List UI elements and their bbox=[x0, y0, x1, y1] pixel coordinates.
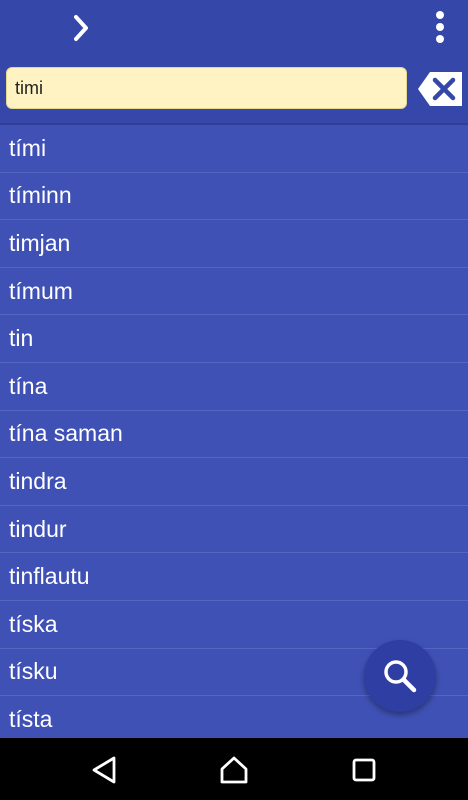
system-nav-bar bbox=[0, 738, 468, 800]
list-item[interactable]: tími bbox=[0, 125, 468, 173]
list-item[interactable]: tímum bbox=[0, 268, 468, 316]
list-item[interactable]: tíminn bbox=[0, 173, 468, 221]
list-item[interactable]: timjan bbox=[0, 220, 468, 268]
list-item[interactable]: tína bbox=[0, 363, 468, 411]
list-item[interactable]: tindra bbox=[0, 458, 468, 506]
search-input[interactable] bbox=[6, 67, 407, 109]
list-item[interactable]: tína saman bbox=[0, 411, 468, 459]
app-bar bbox=[0, 0, 468, 123]
nav-recents-icon[interactable] bbox=[346, 752, 382, 788]
list-item[interactable]: tindur bbox=[0, 506, 468, 554]
list-item[interactable]: tin bbox=[0, 315, 468, 363]
search-icon bbox=[384, 660, 417, 693]
clear-search-button[interactable] bbox=[414, 70, 464, 108]
search-button[interactable] bbox=[364, 640, 436, 712]
backspace-clear-icon bbox=[418, 72, 462, 106]
list-item[interactable]: tinflautu bbox=[0, 553, 468, 601]
chevron-right-icon[interactable] bbox=[66, 10, 98, 46]
more-vert-icon[interactable] bbox=[426, 8, 454, 48]
nav-home-icon[interactable] bbox=[216, 752, 252, 788]
nav-back-icon[interactable] bbox=[86, 752, 122, 788]
